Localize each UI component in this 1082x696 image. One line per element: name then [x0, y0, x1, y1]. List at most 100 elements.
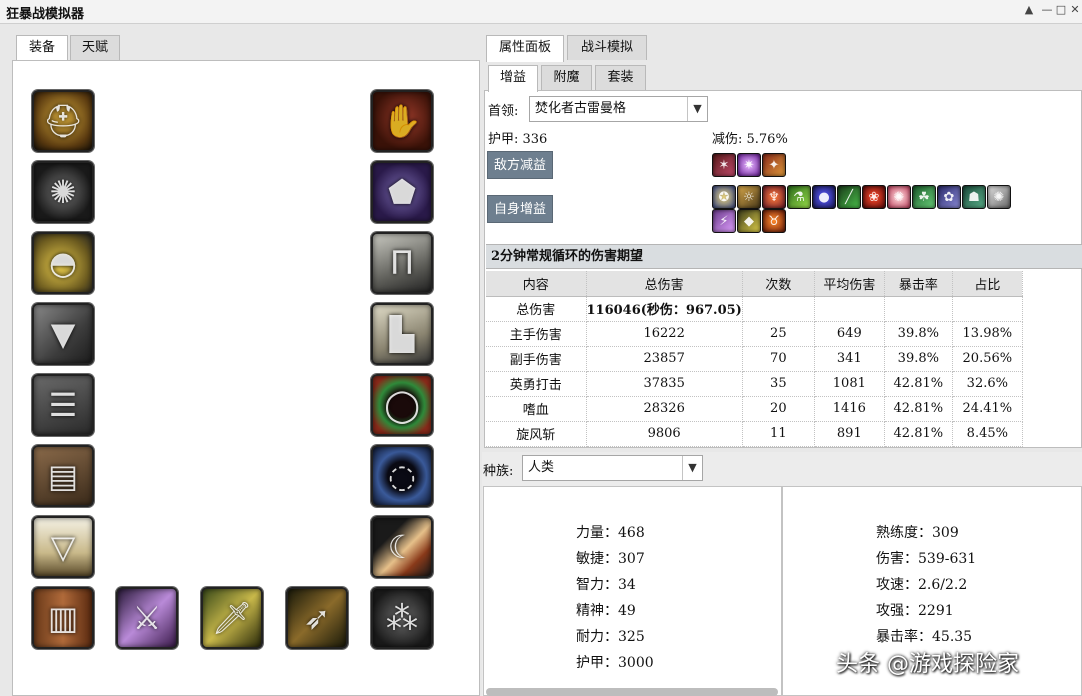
- chevron-down-icon: ▼: [687, 97, 707, 121]
- table-cell: 37835: [586, 371, 743, 397]
- shirt-icon: ▤: [47, 457, 79, 495]
- stat-attack-power: 攻强：2291: [876, 603, 954, 619]
- table-cell: 副手伤害: [486, 346, 587, 372]
- table-cell: 70: [742, 346, 815, 372]
- shoulder-slot[interactable]: ◓: [32, 232, 94, 294]
- table-cell: 9806: [586, 421, 743, 447]
- tab-attributes[interactable]: 属性面板: [486, 35, 564, 62]
- race-select[interactable]: 人类 ▼: [522, 455, 703, 481]
- legs-icon: Π: [389, 244, 415, 282]
- stat-expertise: 熟练度：309: [876, 525, 959, 541]
- tab-talents[interactable]: 天赋: [70, 35, 120, 60]
- cloak-slot[interactable]: ▼: [32, 303, 94, 365]
- horizontal-scrollbar[interactable]: [486, 688, 778, 696]
- column-header: 暴击率: [884, 271, 953, 297]
- songflower-icon[interactable]: ✿: [937, 185, 961, 209]
- table-cell: 总伤害: [486, 296, 587, 322]
- chevron-down-icon: ▼: [682, 456, 702, 480]
- table-cell: 20.56%: [952, 346, 1023, 372]
- trinket-icon: ☾: [387, 528, 417, 566]
- ring-slot-2[interactable]: ◌: [371, 445, 433, 507]
- ranged-slot[interactable]: ➶: [286, 587, 348, 649]
- blessing-icon[interactable]: ✪: [712, 185, 736, 209]
- table-cell: 8.45%: [952, 421, 1023, 447]
- table-cell: 20: [742, 396, 815, 422]
- ammo-slot[interactable]: ⁂: [371, 587, 433, 649]
- gloves-slot[interactable]: ✋: [371, 90, 433, 152]
- boss-label: 首领:: [488, 104, 519, 119]
- table-cell: 旋风斩: [486, 421, 587, 447]
- tabard-slot[interactable]: ▽: [32, 516, 94, 578]
- helmet-icon: ⛑: [42, 102, 84, 140]
- totem-icon[interactable]: ♆: [762, 185, 786, 209]
- minimize-icon[interactable]: —: [1040, 3, 1054, 16]
- aura-icon[interactable]: ☼: [737, 185, 761, 209]
- table-cell: 891: [814, 421, 885, 447]
- tab-buffs[interactable]: 增益: [488, 65, 538, 92]
- close-icon[interactable]: ✕: [1068, 3, 1082, 16]
- shoulder-icon: ◓: [49, 244, 77, 282]
- table-cell: 1081: [814, 371, 885, 397]
- maximize-icon[interactable]: □: [1054, 3, 1068, 16]
- zandalar-icon[interactable]: ☗: [962, 185, 986, 209]
- shout-icon[interactable]: ⚡: [712, 209, 736, 233]
- chest-icon: ☰: [48, 386, 78, 424]
- sunder-armor-icon[interactable]: ✶: [712, 153, 736, 177]
- windfury-icon[interactable]: ♉: [762, 209, 786, 233]
- scroll-up-icon[interactable]: ▲: [1022, 3, 1036, 16]
- table-row: 主手伤害 16222 25 649 39.8% 13.98%: [486, 321, 1023, 347]
- self-buff-button[interactable]: 自身增益: [487, 195, 554, 223]
- belt-slot[interactable]: ⬟: [371, 161, 433, 223]
- curse-icon[interactable]: ✷: [737, 153, 761, 177]
- table-row: 英勇打击 37835 35 1081 42.81% 32.6%: [486, 371, 1023, 397]
- chest-slot[interactable]: ☰: [32, 374, 94, 436]
- stat-attack-speed: 攻速：2.6/2.2: [876, 577, 968, 593]
- stat-agility: 敏捷：307: [576, 551, 645, 567]
- faerie-fire-icon[interactable]: ✦: [762, 153, 786, 177]
- table-cell: 嗜血: [486, 396, 587, 422]
- table-row: 旋风斩 9806 11 891 42.81% 8.45%: [486, 421, 1023, 447]
- stone-icon[interactable]: ◆: [737, 209, 761, 233]
- neck-icon: ✺: [49, 173, 77, 211]
- race-select-value: 人类: [528, 460, 555, 475]
- tab-combat-sim[interactable]: 战斗模拟: [567, 35, 647, 60]
- off-hand-slot[interactable]: 🗡: [201, 587, 263, 649]
- shirt-slot[interactable]: ▤: [32, 445, 94, 507]
- boss-select-value: 焚化者古雷曼格: [535, 101, 627, 116]
- elixir-icon[interactable]: ╱: [837, 185, 861, 209]
- legs-slot[interactable]: Π: [371, 232, 433, 294]
- scroll-icon[interactable]: ✺: [887, 185, 911, 209]
- helmet-slot[interactable]: ⛑: [32, 90, 94, 152]
- flask-icon[interactable]: ●: [812, 185, 836, 209]
- stat-strength: 力量：468: [576, 525, 645, 541]
- wrist-slot[interactable]: ▥: [32, 587, 94, 649]
- stat-intellect: 智力：34: [576, 577, 636, 593]
- table-cell: 42.81%: [884, 396, 953, 422]
- column-header: 次数: [742, 271, 815, 297]
- table-cell: 32.6%: [952, 371, 1023, 397]
- armor-value: 护甲: 336: [488, 132, 548, 147]
- tab-enchants[interactable]: 附魔: [541, 65, 592, 90]
- enemy-debuff-button[interactable]: 敌方减益: [487, 151, 554, 179]
- table-cell: 39.8%: [884, 346, 953, 372]
- title-bar: 狂暴战模拟器 ▲ — □ ✕: [0, 0, 1082, 24]
- trinket-slot-1[interactable]: ☾: [371, 516, 433, 578]
- table-cell: 25: [742, 321, 815, 347]
- rallying-cry-icon[interactable]: ✺: [987, 185, 1011, 209]
- ring-slot-1[interactable]: ◯: [371, 374, 433, 436]
- table-cell: 28326: [586, 396, 743, 422]
- main-hand-slot[interactable]: ⚔: [116, 587, 178, 649]
- tab-sets[interactable]: 套装: [595, 65, 646, 90]
- juju-icon[interactable]: ☘: [912, 185, 936, 209]
- wrist-icon: ▥: [47, 599, 79, 637]
- tab-equipment[interactable]: 装备: [16, 35, 68, 62]
- table-cell-total-damage: 116046(秒伤：967.05): [586, 296, 743, 322]
- boss-select[interactable]: 焚化者古雷曼格 ▼: [529, 96, 708, 122]
- boots-slot[interactable]: ▙: [371, 303, 433, 365]
- stat-stamina: 耐力：325: [576, 629, 645, 645]
- table-cell: 16222: [586, 321, 743, 347]
- food-icon[interactable]: ❀: [862, 185, 886, 209]
- neck-slot[interactable]: ✺: [32, 161, 94, 223]
- potion-icon[interactable]: ⚗: [787, 185, 811, 209]
- table-cell: 24.41%: [952, 396, 1023, 422]
